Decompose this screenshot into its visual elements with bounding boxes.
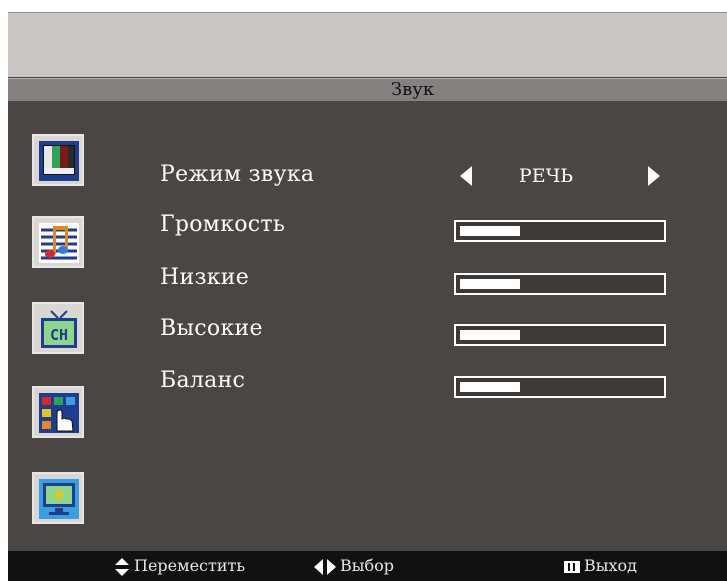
mode-prev-arrow[interactable] bbox=[460, 166, 472, 186]
svg-text:CH: CH bbox=[50, 326, 68, 344]
bass-slider[interactable] bbox=[454, 273, 666, 295]
sound-menu-tab[interactable] bbox=[32, 216, 84, 268]
volume-slider-fill bbox=[460, 226, 520, 236]
picture-icon bbox=[39, 141, 79, 181]
footer-hints: Переместить Выбор Выход bbox=[8, 551, 727, 581]
picture-menu-tab[interactable] bbox=[32, 134, 84, 186]
exit-hint-label: Выход bbox=[584, 556, 637, 575]
treble-label: Высокие bbox=[160, 316, 263, 341]
osd-menu: Звук CH Режим звука РЕЧЬ Громкость Низки… bbox=[8, 12, 727, 581]
exit-hint: Выход bbox=[564, 551, 637, 581]
move-hint: Переместить bbox=[114, 551, 245, 581]
channel-menu-tab[interactable]: CH bbox=[32, 302, 84, 354]
menu-icon bbox=[564, 560, 580, 573]
function-menu-tab[interactable] bbox=[32, 386, 84, 438]
sound-icon bbox=[39, 223, 79, 263]
balance-label: Баланс bbox=[160, 368, 246, 393]
treble-slider[interactable] bbox=[454, 324, 666, 346]
bass-label: Низкие bbox=[160, 265, 250, 290]
select-hint: Выбор bbox=[314, 551, 394, 581]
balance-slider[interactable] bbox=[454, 376, 666, 398]
top-band bbox=[8, 12, 727, 77]
sound-mode-label: Режим звука bbox=[160, 162, 315, 187]
channel-icon: CH bbox=[41, 310, 77, 348]
display-menu-tab[interactable] bbox=[32, 472, 84, 524]
left-right-arrows-icon bbox=[314, 558, 336, 575]
display-icon bbox=[39, 479, 79, 519]
bass-slider-fill bbox=[460, 279, 520, 289]
menu-title: Звук bbox=[390, 79, 435, 100]
treble-slider-fill bbox=[460, 330, 520, 340]
volume-label: Громкость bbox=[160, 212, 286, 237]
volume-slider[interactable] bbox=[454, 220, 666, 242]
sound-mode-value[interactable]: РЕЧЬ bbox=[486, 165, 606, 187]
move-hint-label: Переместить bbox=[134, 556, 246, 575]
select-hint-label: Выбор bbox=[340, 556, 394, 575]
function-icon bbox=[39, 393, 79, 433]
mode-next-arrow[interactable] bbox=[648, 166, 660, 186]
title-bar: Звук bbox=[8, 78, 727, 101]
up-down-arrows-icon bbox=[115, 557, 129, 576]
balance-slider-fill bbox=[460, 382, 520, 392]
